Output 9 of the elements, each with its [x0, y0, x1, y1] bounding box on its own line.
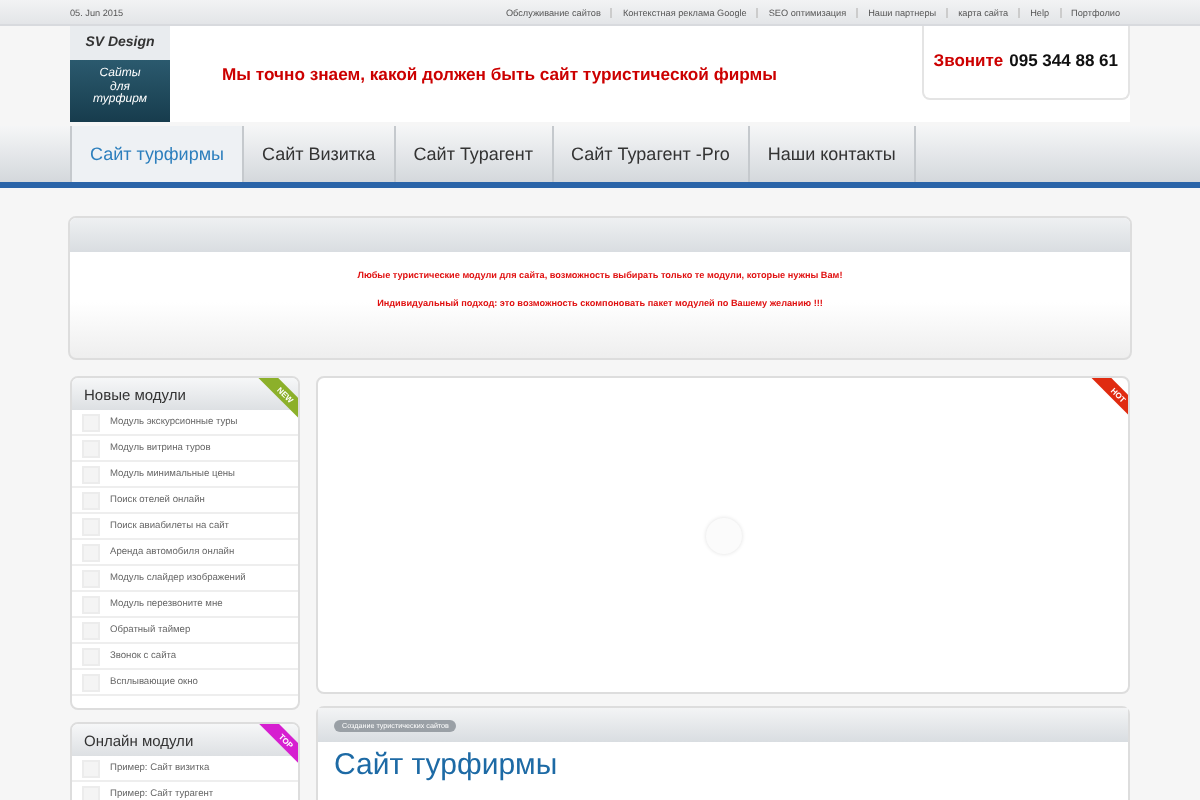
nav-tab[interactable]: Сайт Турагент [395, 126, 554, 182]
nav-tab[interactable]: Сайт Турагент -Pro [553, 126, 750, 182]
nav-tab[interactable]: Наши контакты [749, 126, 916, 182]
phone-number: 095 344 88 61 [1009, 50, 1118, 70]
article-title: Сайт турфирмы [334, 748, 560, 782]
phone-label: Звоните [933, 50, 1004, 70]
slogan-text: Мы точно знаем, какой должен быть сайт туристической фирмы [220, 64, 779, 84]
nav-tab[interactable]: Сайт турфирмы [70, 126, 244, 182]
nav-tab[interactable]: Сайт Визитка [243, 126, 396, 182]
